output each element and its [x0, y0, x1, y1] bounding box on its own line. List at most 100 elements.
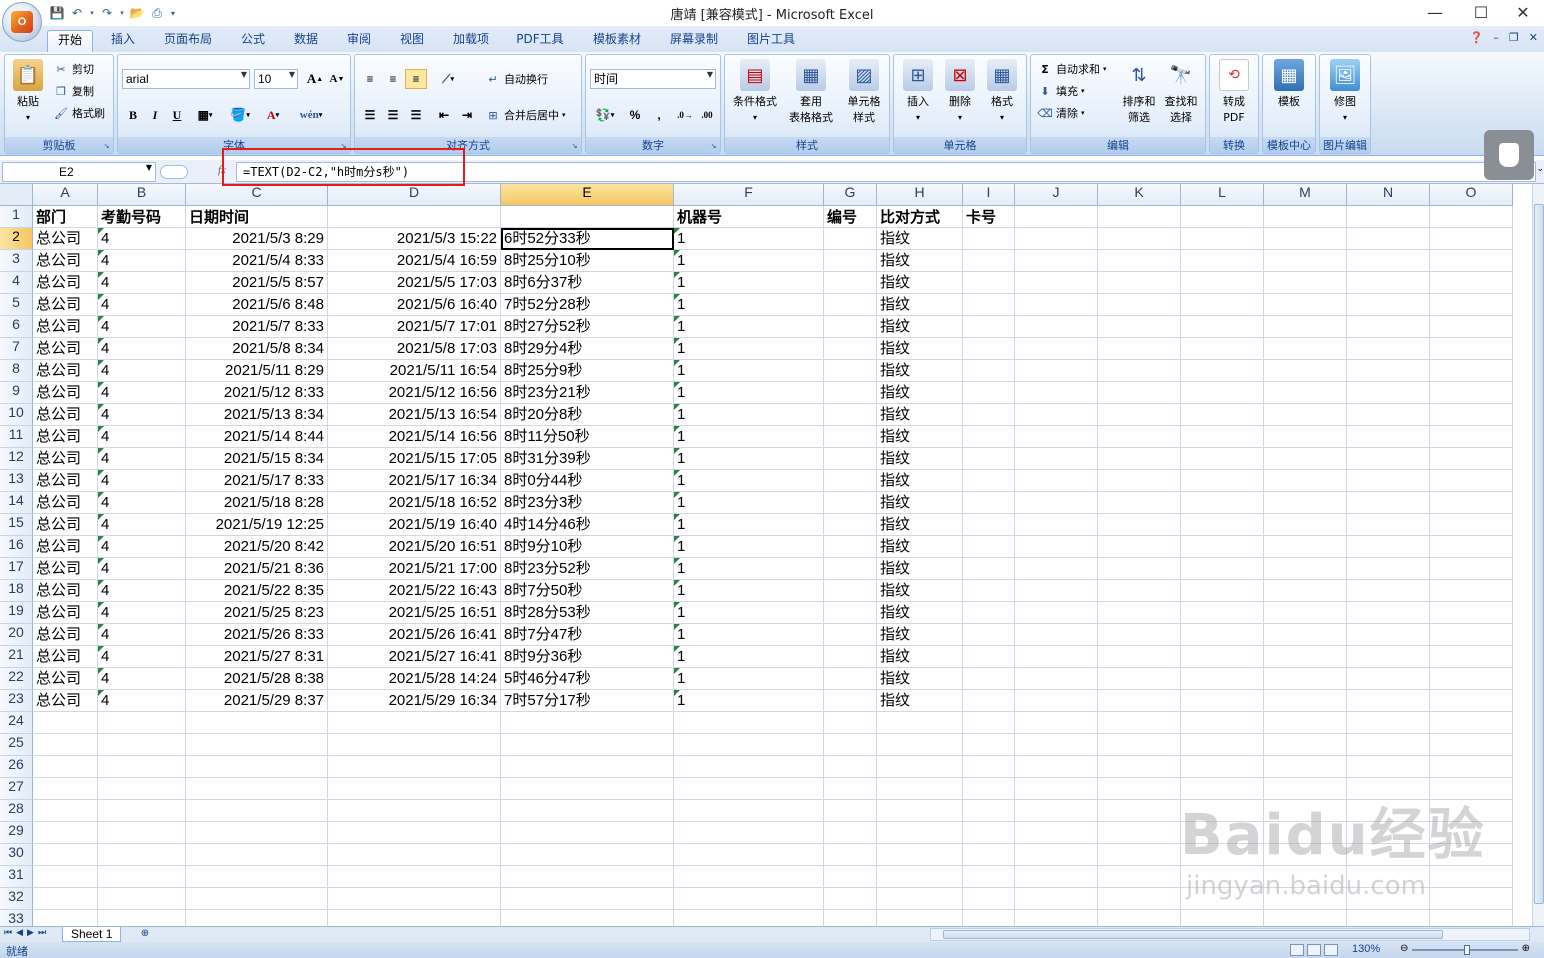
cell-l7[interactable]: [1181, 338, 1264, 360]
zoom-knob[interactable]: [1464, 945, 1471, 955]
maximize-button[interactable]: ☐: [1458, 0, 1504, 24]
cell-k8[interactable]: [1098, 360, 1181, 382]
cell-b12[interactable]: 4: [98, 448, 186, 470]
cell-e13[interactable]: 8时0分44秒: [501, 470, 674, 492]
cell-b11[interactable]: 4: [98, 426, 186, 448]
cell-h23[interactable]: 指纹: [877, 690, 963, 712]
cell-o24[interactable]: [1430, 712, 1513, 734]
cell-g22[interactable]: [824, 668, 877, 690]
cell-d1[interactable]: [328, 206, 501, 228]
row-header-13[interactable]: 13: [0, 470, 33, 492]
cell-g10[interactable]: [824, 404, 877, 426]
cell-d28[interactable]: [328, 800, 501, 822]
cell-l32[interactable]: [1181, 888, 1264, 910]
cell-a15[interactable]: 总公司: [33, 514, 98, 536]
cell-g31[interactable]: [824, 866, 877, 888]
column-header-c[interactable]: C: [186, 184, 328, 206]
cell-h26[interactable]: [877, 756, 963, 778]
cell-n8[interactable]: [1347, 360, 1430, 382]
paste-dropdown-icon[interactable]: ▾: [7, 110, 49, 126]
cell-k10[interactable]: [1098, 404, 1181, 426]
column-header-i[interactable]: I: [963, 184, 1015, 206]
cell-f13[interactable]: 1: [674, 470, 824, 492]
cell-f4[interactable]: 1: [674, 272, 824, 294]
row-header-16[interactable]: 16: [0, 536, 33, 558]
close-button[interactable]: ✕: [1500, 0, 1544, 24]
cell-m10[interactable]: [1264, 404, 1347, 426]
cell-c4[interactable]: 2021/5/5 8:57: [186, 272, 328, 294]
cell-f6[interactable]: 1: [674, 316, 824, 338]
cell-o6[interactable]: [1430, 316, 1513, 338]
cell-d7[interactable]: 2021/5/8 17:03: [328, 338, 501, 360]
cell-g25[interactable]: [824, 734, 877, 756]
cell-i23[interactable]: [963, 690, 1015, 712]
cell-h9[interactable]: 指纹: [877, 382, 963, 404]
cell-m21[interactable]: [1264, 646, 1347, 668]
cell-e22[interactable]: 5时46分47秒: [501, 668, 674, 690]
cell-l23[interactable]: [1181, 690, 1264, 712]
cell-k27[interactable]: [1098, 778, 1181, 800]
cell-n22[interactable]: [1347, 668, 1430, 690]
cell-l30[interactable]: [1181, 844, 1264, 866]
cell-g26[interactable]: [824, 756, 877, 778]
row-header-3[interactable]: 3: [0, 250, 33, 272]
sort-filter-button[interactable]: ⇅ 排序和 筛选: [1117, 59, 1161, 126]
decrease-indent-button[interactable]: ⇤: [433, 105, 455, 125]
cell-k30[interactable]: [1098, 844, 1181, 866]
cell-b33[interactable]: [98, 910, 186, 926]
cell-a24[interactable]: [33, 712, 98, 734]
cell-m2[interactable]: [1264, 228, 1347, 250]
cell-f24[interactable]: [674, 712, 824, 734]
tab-view[interactable]: 视图: [389, 30, 435, 52]
format-painter-button[interactable]: 🖌 格式刷: [53, 103, 105, 123]
cell-i8[interactable]: [963, 360, 1015, 382]
cell-g24[interactable]: [824, 712, 877, 734]
cell-n13[interactable]: [1347, 470, 1430, 492]
cell-n25[interactable]: [1347, 734, 1430, 756]
row-header-17[interactable]: 17: [0, 558, 33, 580]
cell-a4[interactable]: 总公司: [33, 272, 98, 294]
cell-d23[interactable]: 2021/5/29 16:34: [328, 690, 501, 712]
cell-k14[interactable]: [1098, 492, 1181, 514]
cell-l29[interactable]: [1181, 822, 1264, 844]
comma-button[interactable]: ,: [648, 105, 670, 125]
row-header-33[interactable]: 33: [0, 910, 33, 926]
cell-e32[interactable]: [501, 888, 674, 910]
cell-o15[interactable]: [1430, 514, 1513, 536]
cell-h11[interactable]: 指纹: [877, 426, 963, 448]
cell-m22[interactable]: [1264, 668, 1347, 690]
wrap-text-button[interactable]: ↵ 自动换行: [485, 69, 548, 89]
cell-b1[interactable]: 考勤号码: [98, 206, 186, 228]
cell-k13[interactable]: [1098, 470, 1181, 492]
column-header-n[interactable]: N: [1347, 184, 1430, 206]
cell-m6[interactable]: [1264, 316, 1347, 338]
increase-decimal-button[interactable]: .0→: [674, 105, 696, 125]
cell-d32[interactable]: [328, 888, 501, 910]
align-left-button[interactable]: ☰: [359, 105, 381, 125]
cell-c21[interactable]: 2021/5/27 8:31: [186, 646, 328, 668]
cell-j18[interactable]: [1015, 580, 1098, 602]
tab-page-layout[interactable]: 页面布局: [156, 30, 220, 52]
cell-m20[interactable]: [1264, 624, 1347, 646]
cell-l18[interactable]: [1181, 580, 1264, 602]
column-header-k[interactable]: K: [1098, 184, 1181, 206]
cell-h5[interactable]: 指纹: [877, 294, 963, 316]
cell-h4[interactable]: 指纹: [877, 272, 963, 294]
cell-h28[interactable]: [877, 800, 963, 822]
cell-n28[interactable]: [1347, 800, 1430, 822]
column-header-a[interactable]: A: [33, 184, 98, 206]
cell-k24[interactable]: [1098, 712, 1181, 734]
cell-g1[interactable]: 编号: [824, 206, 877, 228]
cell-f9[interactable]: 1: [674, 382, 824, 404]
cell-l3[interactable]: [1181, 250, 1264, 272]
cell-n29[interactable]: [1347, 822, 1430, 844]
cell-b26[interactable]: [98, 756, 186, 778]
cell-k23[interactable]: [1098, 690, 1181, 712]
cell-h32[interactable]: [877, 888, 963, 910]
vertical-scroll-thumb[interactable]: [1534, 204, 1544, 904]
cell-g21[interactable]: [824, 646, 877, 668]
cell-b21[interactable]: 4: [98, 646, 186, 668]
cell-i27[interactable]: [963, 778, 1015, 800]
row-header-12[interactable]: 12: [0, 448, 33, 470]
cell-d18[interactable]: 2021/5/22 16:43: [328, 580, 501, 602]
